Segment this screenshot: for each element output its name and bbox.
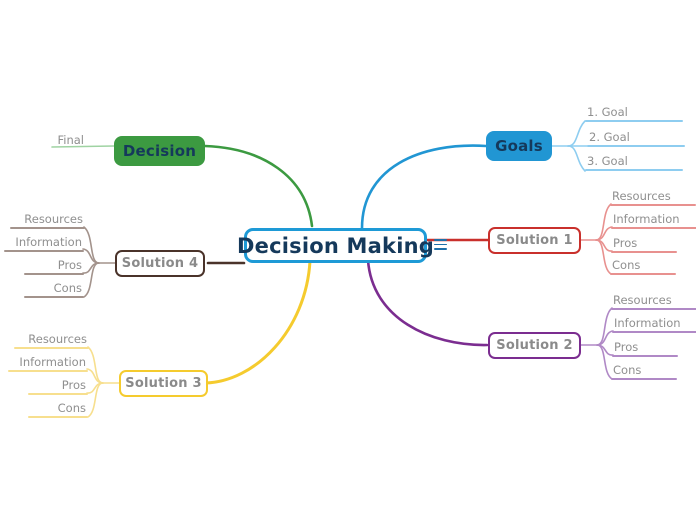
connector-decision xyxy=(203,144,314,228)
subfan-solution-2 xyxy=(580,307,614,380)
node-goals-label: Goals xyxy=(495,137,543,155)
subitem-s1-resources[interactable]: Resources xyxy=(610,189,696,206)
subitem-s1-pros-label: Pros xyxy=(613,236,638,250)
node-goals[interactable]: Goals xyxy=(486,131,552,161)
connector-solution-2 xyxy=(366,258,489,347)
subitem-s1-cons[interactable]: Cons xyxy=(610,258,676,275)
subitem-s4-information[interactable]: Information xyxy=(4,235,84,252)
subitem-underline xyxy=(611,227,696,229)
subitem-underline xyxy=(585,169,683,171)
subitem-goal-1[interactable]: 1. Goal xyxy=(585,105,683,122)
subitem-underline xyxy=(610,204,696,206)
subitem-s1-resources-label: Resources xyxy=(612,189,671,203)
subitem-s3-pros[interactable]: Pros xyxy=(28,378,88,395)
mindmap-canvas: Decision Making Goals 1. Goal 2. Goal 3.… xyxy=(0,0,696,520)
subitem-underline xyxy=(611,251,677,253)
subitem-s2-information-label: Information xyxy=(614,316,681,330)
subfan-solution-3 xyxy=(86,346,120,418)
node-solution-2-label: Solution 2 xyxy=(496,338,573,353)
subitem-goal-2[interactable]: 2. Goal xyxy=(587,130,685,147)
central-node-label: Decision Making xyxy=(237,233,434,258)
subitem-underline xyxy=(28,393,88,395)
subitem-s2-pros[interactable]: Pros xyxy=(612,340,678,357)
subitem-underline xyxy=(4,250,84,252)
connector-solution-3 xyxy=(203,259,312,385)
subfan-goals xyxy=(551,120,588,172)
subitem-s3-resources[interactable]: Resources xyxy=(14,332,89,349)
subitem-s3-information-label: Information xyxy=(19,355,86,369)
node-decision[interactable]: Decision xyxy=(114,136,205,166)
subitem-s4-resources-label: Resources xyxy=(24,212,83,226)
subitem-s2-cons[interactable]: Cons xyxy=(611,363,677,380)
subitem-s2-information[interactable]: Information xyxy=(612,316,696,333)
subitem-s1-information-label: Information xyxy=(613,212,680,226)
subitem-s3-information[interactable]: Information xyxy=(8,355,88,372)
subitem-underline xyxy=(611,308,696,310)
list-icon[interactable] xyxy=(434,239,447,250)
central-node[interactable]: Decision Making xyxy=(237,228,434,263)
subitem-underline xyxy=(612,355,678,357)
node-solution-1[interactable]: Solution 1 xyxy=(488,227,581,254)
subitem-s2-resources-label: Resources xyxy=(613,293,672,307)
subitem-s4-resources[interactable]: Resources xyxy=(10,212,85,229)
subitem-underline xyxy=(10,227,85,229)
subfan-solution-1 xyxy=(579,203,613,275)
node-solution-3-label: Solution 3 xyxy=(125,376,202,391)
subitem-underline xyxy=(14,347,89,349)
subitem-s1-cons-label: Cons xyxy=(612,258,641,272)
subitem-goal-2-label: 2. Goal xyxy=(589,130,630,144)
node-solution-2[interactable]: Solution 2 xyxy=(488,332,581,359)
connector-goals xyxy=(360,144,488,230)
subitem-goal-3-label: 3. Goal xyxy=(587,154,628,168)
subitem-underline xyxy=(612,331,696,333)
subitem-goal-1-label: 1. Goal xyxy=(587,105,628,119)
node-solution-4-label: Solution 4 xyxy=(121,256,199,271)
subitem-s2-resources[interactable]: Resources xyxy=(611,293,696,310)
subitem-underline xyxy=(585,120,683,122)
subitem-decision-final[interactable]: Final xyxy=(52,133,86,148)
subitem-underline xyxy=(28,416,88,418)
subitem-s1-pros[interactable]: Pros xyxy=(611,236,677,253)
subitem-s4-information-label: Information xyxy=(15,235,82,249)
subitem-s4-cons[interactable]: Cons xyxy=(24,281,84,298)
subitem-s1-information[interactable]: Information xyxy=(611,212,696,229)
node-solution-4[interactable]: Solution 4 xyxy=(115,250,205,277)
node-solution-3[interactable]: Solution 3 xyxy=(119,370,208,397)
node-solution-1-label: Solution 1 xyxy=(496,233,573,248)
subfan-solution-4 xyxy=(82,226,116,298)
subitem-s4-pros-label: Pros xyxy=(57,258,82,272)
subitem-underline xyxy=(24,296,84,298)
subitem-underline xyxy=(587,145,685,147)
subitem-s3-pros-label: Pros xyxy=(61,378,86,392)
node-decision-label: Decision xyxy=(122,142,197,160)
subitem-underline xyxy=(610,273,676,275)
subitem-s4-cons-label: Cons xyxy=(53,281,82,295)
subitem-s2-cons-label: Cons xyxy=(613,363,642,377)
subitem-s3-cons[interactable]: Cons xyxy=(28,401,88,418)
subitem-s4-pros[interactable]: Pros xyxy=(24,258,84,275)
subitem-goal-3[interactable]: 3. Goal xyxy=(585,154,683,171)
subitem-underline xyxy=(611,378,677,380)
subitem-s2-pros-label: Pros xyxy=(614,340,639,354)
subitem-decision-final-label: Final xyxy=(57,133,84,147)
subitem-underline xyxy=(24,273,84,275)
subitem-s3-resources-label: Resources xyxy=(28,332,87,346)
subitem-underline xyxy=(8,370,88,372)
subitem-s3-cons-label: Cons xyxy=(57,401,86,415)
